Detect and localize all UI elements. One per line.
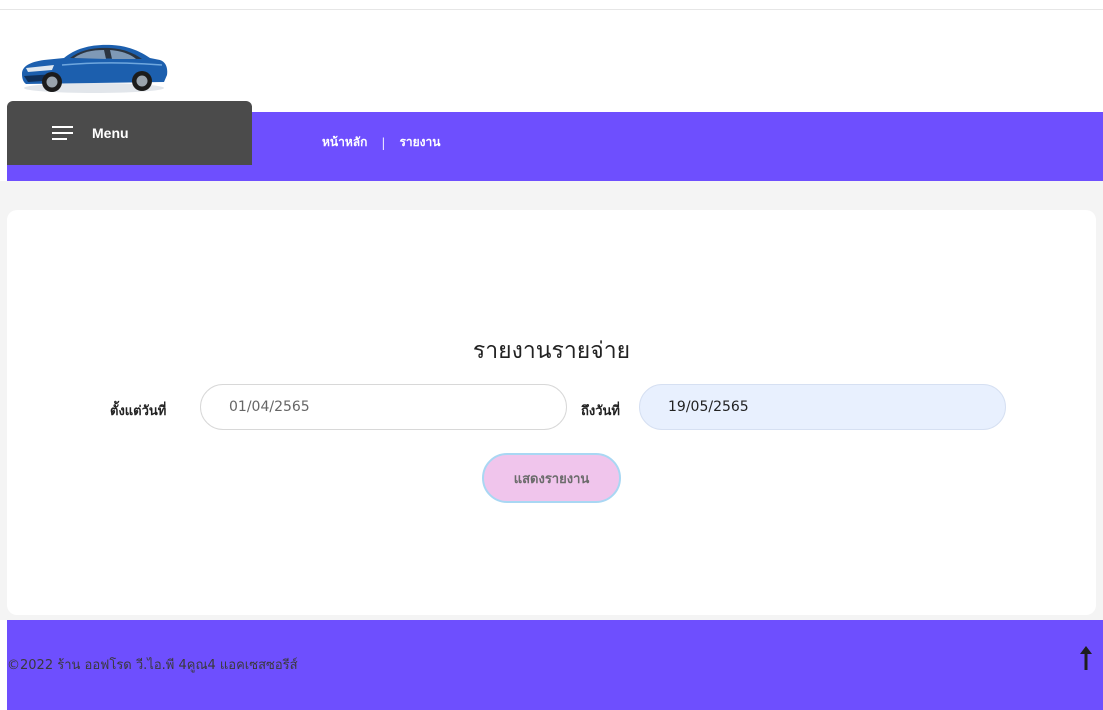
page-title: รายงานรายจ่าย xyxy=(472,338,631,364)
footer-copyright: ©2022 ร้าน ออฟโรด วี.ไอ.พี 4คูณ4 แอคเซสซ… xyxy=(7,658,298,673)
breadcrumb-report-link[interactable]: รายงาน xyxy=(399,133,440,152)
car-logo-icon[interactable] xyxy=(16,38,170,94)
to-date-input[interactable] xyxy=(639,384,1006,430)
top-divider xyxy=(0,9,1103,10)
show-report-button[interactable]: แสดงรายงาน xyxy=(482,453,621,503)
menu-label: Menu xyxy=(92,125,129,141)
breadcrumb-home-link[interactable]: หน้าหลัก xyxy=(322,133,367,152)
breadcrumb: หน้าหลัก | รายงาน xyxy=(322,133,440,152)
arrow-up-icon[interactable] xyxy=(1078,644,1094,672)
to-date-label: ถึงวันที่ xyxy=(581,404,620,419)
breadcrumb-separator: | xyxy=(381,135,386,150)
hamburger-icon[interactable] xyxy=(52,126,73,140)
from-date-input[interactable] xyxy=(200,384,567,430)
from-date-label: ตั้งแต่วันที่ xyxy=(110,404,167,419)
menu-button[interactable]: Menu xyxy=(7,101,252,165)
